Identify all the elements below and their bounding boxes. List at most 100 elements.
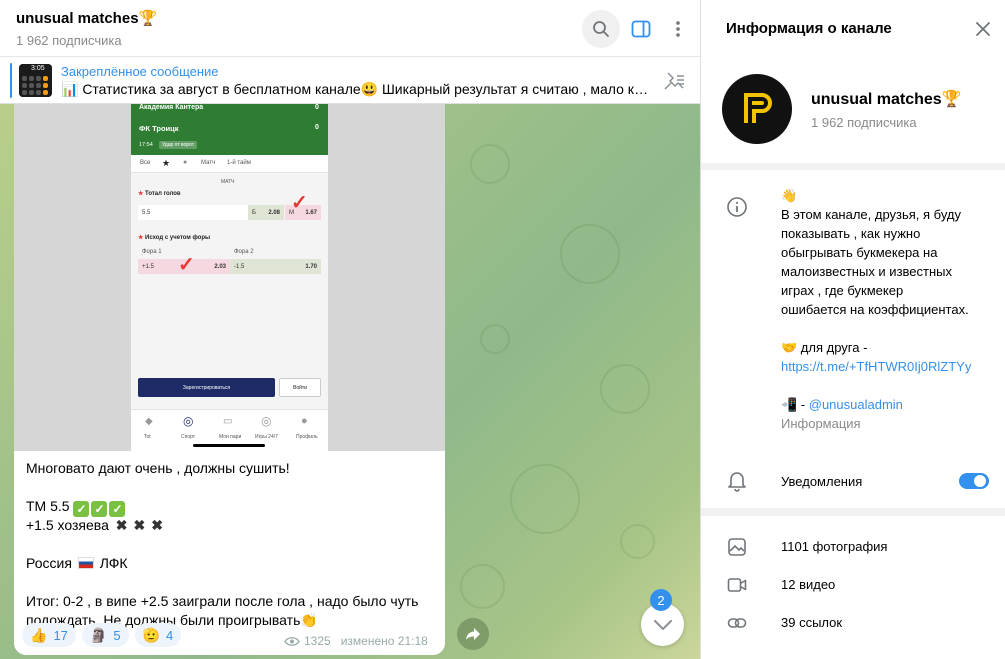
sidebar-toggle-button[interactable] — [622, 10, 660, 48]
info-header: Информация о канале — [701, 0, 1005, 57]
pinned-indicator — [10, 63, 12, 98]
login-button: Войти — [279, 378, 321, 397]
fora1-label: Фора 1 — [142, 249, 162, 255]
nav-item: Профиль — [296, 434, 318, 440]
desc-line: ошибается на коэффициентах. — [781, 302, 969, 317]
link-icon — [727, 618, 747, 628]
chevron-down-icon — [653, 619, 672, 630]
fire-icon: ◆ — [145, 416, 153, 427]
notifications-row[interactable]: Уведомления — [701, 466, 1005, 498]
channel-logo-icon — [744, 93, 772, 123]
total-section-title: ★ Тотал голов — [138, 191, 181, 197]
bet-screenshot: Академия Кантера 0 ФК Троицк 0 17:54 Уда… — [131, 104, 328, 451]
admin-line: 📲 - @unusualadmin — [781, 397, 903, 412]
unpin-icon[interactable] — [662, 70, 686, 92]
message-photo[interactable]: Академия Кантера 0 ФК Троицк 0 17:54 Уда… — [14, 104, 445, 451]
match-time: 17:54 — [139, 142, 153, 148]
cross-emoji-icon: ✖ — [151, 517, 163, 533]
notifications-toggle[interactable] — [959, 473, 989, 489]
admin-link[interactable]: @unusualadmin — [809, 397, 903, 412]
profile-icon: ● — [301, 415, 308, 427]
reaction-salute[interactable]: 🫡 4 — [134, 623, 182, 647]
desc-line: 👋 — [781, 188, 798, 203]
videos-count: 12 видео — [781, 577, 836, 592]
channel-title[interactable]: unusual matches🏆 — [16, 9, 157, 27]
message-text: Многовато дают очень , должны сушить! ТМ… — [26, 459, 438, 630]
bets-icon: ▭ — [223, 416, 233, 427]
info-title: Информация о канале — [726, 20, 892, 37]
desc-line: показывать , как нужно — [781, 226, 921, 241]
message-line: ТМ 5.5 ✓ ✓ ✓ — [26, 497, 438, 517]
chat-panel: unusual matches🏆 1 962 подписчика 3:05 З… — [0, 0, 700, 659]
match-label: МАТЧ — [221, 179, 235, 185]
photo-icon — [728, 538, 746, 556]
fora2-label: Фора 2 — [234, 249, 254, 255]
close-icon[interactable] — [972, 18, 994, 40]
channel-name: unusual matches🏆 — [811, 91, 962, 108]
bell-icon — [728, 472, 746, 492]
info-small-icon: ● — [183, 159, 188, 166]
videos-row[interactable]: 12 видео — [701, 566, 1005, 604]
check-emoji-icon: ✓ — [109, 501, 126, 517]
channel-subscribers: 1 962 подписчика — [811, 115, 917, 130]
friend-line: 🤝 для друга - — [781, 340, 868, 355]
pinned-text: 📊 Статистика за август в бесплатном кана… — [61, 81, 651, 97]
message-line: Многовато дают очень , должны сушить! — [26, 460, 290, 476]
cross-emoji-icon: ✖ — [115, 517, 128, 533]
message-bubble[interactable]: Академия Кантера 0 ФК Троицк 0 17:54 Уда… — [14, 104, 445, 655]
pinned-title: Закреплённое сообщение — [61, 64, 219, 79]
channel-description: 👋 В этом канале, друзья, я буду показыва… — [781, 186, 991, 433]
games-icon: ◎ — [261, 414, 272, 428]
photos-count: 1101 фотография — [781, 539, 888, 554]
pinned-thumb-time: 3:05 — [31, 65, 45, 72]
more-vertical-icon — [676, 21, 680, 37]
russia-flag-icon — [77, 557, 94, 569]
checkmark-icon: ✓ — [178, 254, 195, 276]
media-card: 1101 фотография 12 видео 39 ссылок — [701, 516, 1005, 659]
fora2-cell: -1.5 1.70 — [230, 259, 321, 274]
forward-button[interactable] — [457, 618, 489, 650]
avatar[interactable] — [722, 74, 792, 144]
reaction-moai[interactable]: 🗿 5 — [81, 623, 129, 647]
team2-name: ФК Троицк — [139, 124, 179, 133]
unread-badge: 2 — [650, 589, 672, 611]
message-meta: 1325 изменено 21:18 — [284, 634, 428, 648]
star-icon: ★ — [162, 158, 171, 168]
channel-info-panel: Информация о канале unusual matches🏆 1 9… — [700, 0, 1005, 659]
message-line: Россия ЛФК — [26, 555, 128, 571]
nav-item: Спорт — [181, 434, 196, 440]
team1-score: 0 — [315, 104, 319, 111]
chat-header[interactable]: unusual matches🏆 1 962 подписчика — [0, 0, 700, 57]
links-count: 39 ссылок — [781, 615, 843, 630]
tab-first-half: 1-й тайм — [227, 160, 251, 166]
desc-line: В этом канале, друзья, я буду — [781, 207, 962, 222]
photos-row[interactable]: 1101 фотография — [701, 528, 1005, 566]
video-icon — [727, 578, 747, 592]
tab-all: Все — [140, 160, 151, 166]
reaction-thumbs-up[interactable]: 👍 17 — [22, 623, 76, 647]
total-over: Б 2.08 — [248, 205, 284, 220]
team1-name: Академия Кантера — [139, 104, 204, 111]
more-button[interactable] — [659, 10, 697, 48]
team2-score: 0 — [315, 124, 319, 131]
notifications-label: Уведомления — [781, 474, 863, 489]
about-card: 👋 В этом канале, друзья, я буду показыва… — [701, 170, 1005, 508]
check-emoji-icon: ✓ — [73, 501, 90, 517]
pinned-thumbnail: 3:05 — [19, 64, 52, 97]
search-button[interactable] — [582, 10, 620, 48]
match-event: Удар от ворот — [159, 141, 198, 149]
clap-emoji-icon: 👏 — [300, 612, 318, 628]
channel-card: unusual matches🏆 1 962 подписчика — [701, 57, 1005, 163]
links-row[interactable]: 39 ссылок — [701, 604, 1005, 642]
cross-emoji-icon: ✖ — [133, 517, 146, 533]
search-icon — [593, 21, 609, 37]
check-emoji-icon: ✓ — [91, 501, 108, 517]
tab-match: Матч — [201, 160, 216, 166]
register-button: Зарегистрироваться — [138, 378, 275, 397]
desc-line: играх , где букмекер — [781, 283, 904, 298]
nav-item: Мои пари — [219, 434, 242, 440]
view-count: 1325 — [304, 634, 331, 648]
pinned-message-bar[interactable]: 3:05 Закреплённое сообщение 📊 Статистика… — [0, 57, 700, 104]
eye-icon — [284, 636, 300, 646]
invite-link[interactable]: https://t.me/+TfHTWR0Ij0RlZTYy — [781, 357, 991, 376]
